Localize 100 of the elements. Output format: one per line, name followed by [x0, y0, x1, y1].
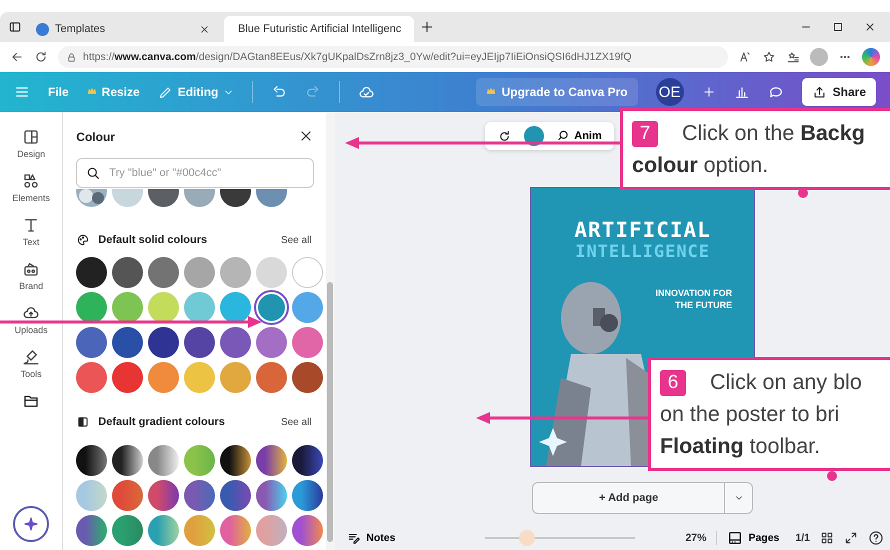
slider-thumb[interactable] [519, 530, 536, 546]
browser-tab[interactable]: Blue Futuristic Artificial Intelligenc [224, 16, 414, 42]
upgrade-button[interactable]: Upgrade to Canva Pro [476, 78, 638, 106]
pages-icon [727, 530, 744, 546]
animate-icon [556, 129, 570, 143]
colour-swatch[interactable] [184, 480, 216, 511]
see-all-link[interactable]: See all [280, 416, 312, 428]
colour-swatch[interactable] [256, 257, 288, 288]
user-avatar[interactable]: OE [656, 78, 684, 106]
colour-swatch[interactable] [256, 445, 288, 476]
notes-button[interactable]: Notes [347, 531, 396, 545]
sidebar-item[interactable]: Tools [20, 348, 42, 379]
colour-swatch[interactable] [76, 362, 108, 393]
colour-swatch[interactable] [220, 480, 252, 511]
colour-swatch[interactable] [112, 362, 144, 393]
address-bar[interactable]: https://www.canva.com/design/DAGtan8EEus/Xk7gUKpalDsZrn8jz3_0Yw/edit?ui=eyJEIjp7IiEiOnsiQSI6dHJ1ZX19fQ [58, 46, 728, 68]
colour-swatch[interactable] [220, 292, 252, 323]
colour-swatch[interactable] [112, 480, 144, 511]
colour-swatch[interactable] [148, 445, 180, 476]
colour-swatch[interactable] [292, 327, 324, 358]
colour-swatch[interactable] [76, 515, 108, 546]
shapes-icon[interactable] [22, 172, 40, 190]
close-icon[interactable] [864, 21, 876, 33]
search-field[interactable]: Try "blue" or "#00c4cc" [76, 158, 314, 188]
scrollbar[interactable] [327, 282, 334, 542]
layout-icon[interactable] [22, 128, 40, 146]
colour-swatch[interactable] [148, 327, 180, 358]
browser-tab[interactable]: Templates [28, 16, 218, 42]
search-input[interactable]: Try "blue" or "#00c4cc" [109, 160, 305, 186]
colour-swatch[interactable] [112, 327, 144, 358]
colour-swatch[interactable] [256, 362, 288, 393]
colour-swatch[interactable] [220, 327, 252, 358]
colour-swatch[interactable] [184, 362, 216, 393]
colour-swatch[interactable] [292, 257, 324, 288]
tab-actions-icon[interactable] [8, 20, 22, 34]
colour-swatch[interactable] [76, 480, 108, 511]
colour-swatch[interactable] [256, 480, 288, 511]
new-tab-icon[interactable] [420, 20, 434, 34]
back-icon[interactable] [10, 50, 24, 64]
sidebar-item[interactable]: Text [22, 216, 40, 247]
notes-icon [347, 531, 362, 545]
colour-swatch[interactable] [292, 515, 324, 546]
colour-swatch[interactable] [256, 327, 288, 358]
colour-swatch[interactable] [292, 362, 324, 393]
grid-icon[interactable] [820, 531, 834, 545]
brush-icon[interactable] [22, 348, 40, 366]
fullscreen-icon[interactable] [844, 531, 858, 545]
colour-swatch[interactable] [112, 257, 144, 288]
colour-swatch[interactable] [184, 445, 216, 476]
colour-swatch[interactable] [292, 292, 324, 323]
sidebar-item[interactable]: Design [17, 128, 46, 159]
star-icon[interactable] [762, 50, 776, 64]
share-button[interactable]: Share [802, 78, 876, 106]
magic-button[interactable] [13, 506, 50, 542]
read-aloud-icon[interactable] [738, 50, 752, 64]
colour-swatch[interactable] [220, 362, 252, 393]
sidebar-item[interactable]: Uploads [14, 304, 48, 335]
colour-swatch[interactable] [148, 480, 180, 511]
colour-swatch[interactable] [184, 327, 216, 358]
see-all-link[interactable]: See all [280, 234, 312, 246]
colour-swatch[interactable] [148, 362, 180, 393]
colour-swatch[interactable] [220, 257, 252, 288]
colour-swatch[interactable] [112, 292, 144, 323]
sidebar-item[interactable]: Brand [19, 260, 44, 291]
callout-tooltip: 7 Click on the Backg colour option. [620, 108, 890, 190]
colour-swatch[interactable] [292, 480, 324, 511]
colour-swatch[interactable] [112, 515, 144, 546]
add-icon[interactable] [702, 85, 716, 99]
colour-swatch[interactable] [148, 257, 180, 288]
pages-button[interactable]: Pages [727, 530, 780, 546]
colour-swatch[interactable] [148, 515, 180, 546]
sidebar-item[interactable]: Elements [12, 172, 50, 203]
zoom-level: 27% [685, 532, 706, 544]
colour-swatch[interactable] [76, 327, 108, 358]
section-heading: Default solid colours [98, 234, 208, 246]
maximize-icon[interactable] [832, 21, 844, 33]
animate-button[interactable]: Anim [556, 129, 602, 143]
globe-icon [36, 22, 49, 36]
colour-swatch[interactable] [292, 445, 324, 476]
colour-swatch[interactable] [148, 292, 180, 323]
copilot-icon[interactable] [862, 48, 880, 66]
briefcase-icon[interactable] [22, 260, 40, 278]
colour-swatch[interactable] [184, 292, 216, 323]
crown-icon [86, 86, 97, 96]
colour-swatch[interactable] [256, 292, 288, 323]
colour-swatch[interactable] [256, 515, 288, 546]
colour-swatch[interactable] [220, 445, 252, 476]
colour-swatch[interactable] [220, 515, 252, 546]
favorites-icon[interactable] [786, 50, 800, 64]
share-icon [812, 84, 827, 100]
colour-swatch[interactable] [112, 445, 144, 476]
close-icon[interactable] [199, 24, 210, 34]
colour-swatch[interactable] [76, 445, 108, 476]
help-icon[interactable] [868, 530, 884, 546]
colour-swatch[interactable] [184, 515, 216, 546]
colour-swatch[interactable] [76, 257, 108, 288]
colour-swatch[interactable] [184, 257, 216, 288]
reload-icon[interactable] [34, 50, 48, 64]
search-icon [85, 165, 102, 181]
colour-swatch[interactable] [76, 292, 108, 323]
